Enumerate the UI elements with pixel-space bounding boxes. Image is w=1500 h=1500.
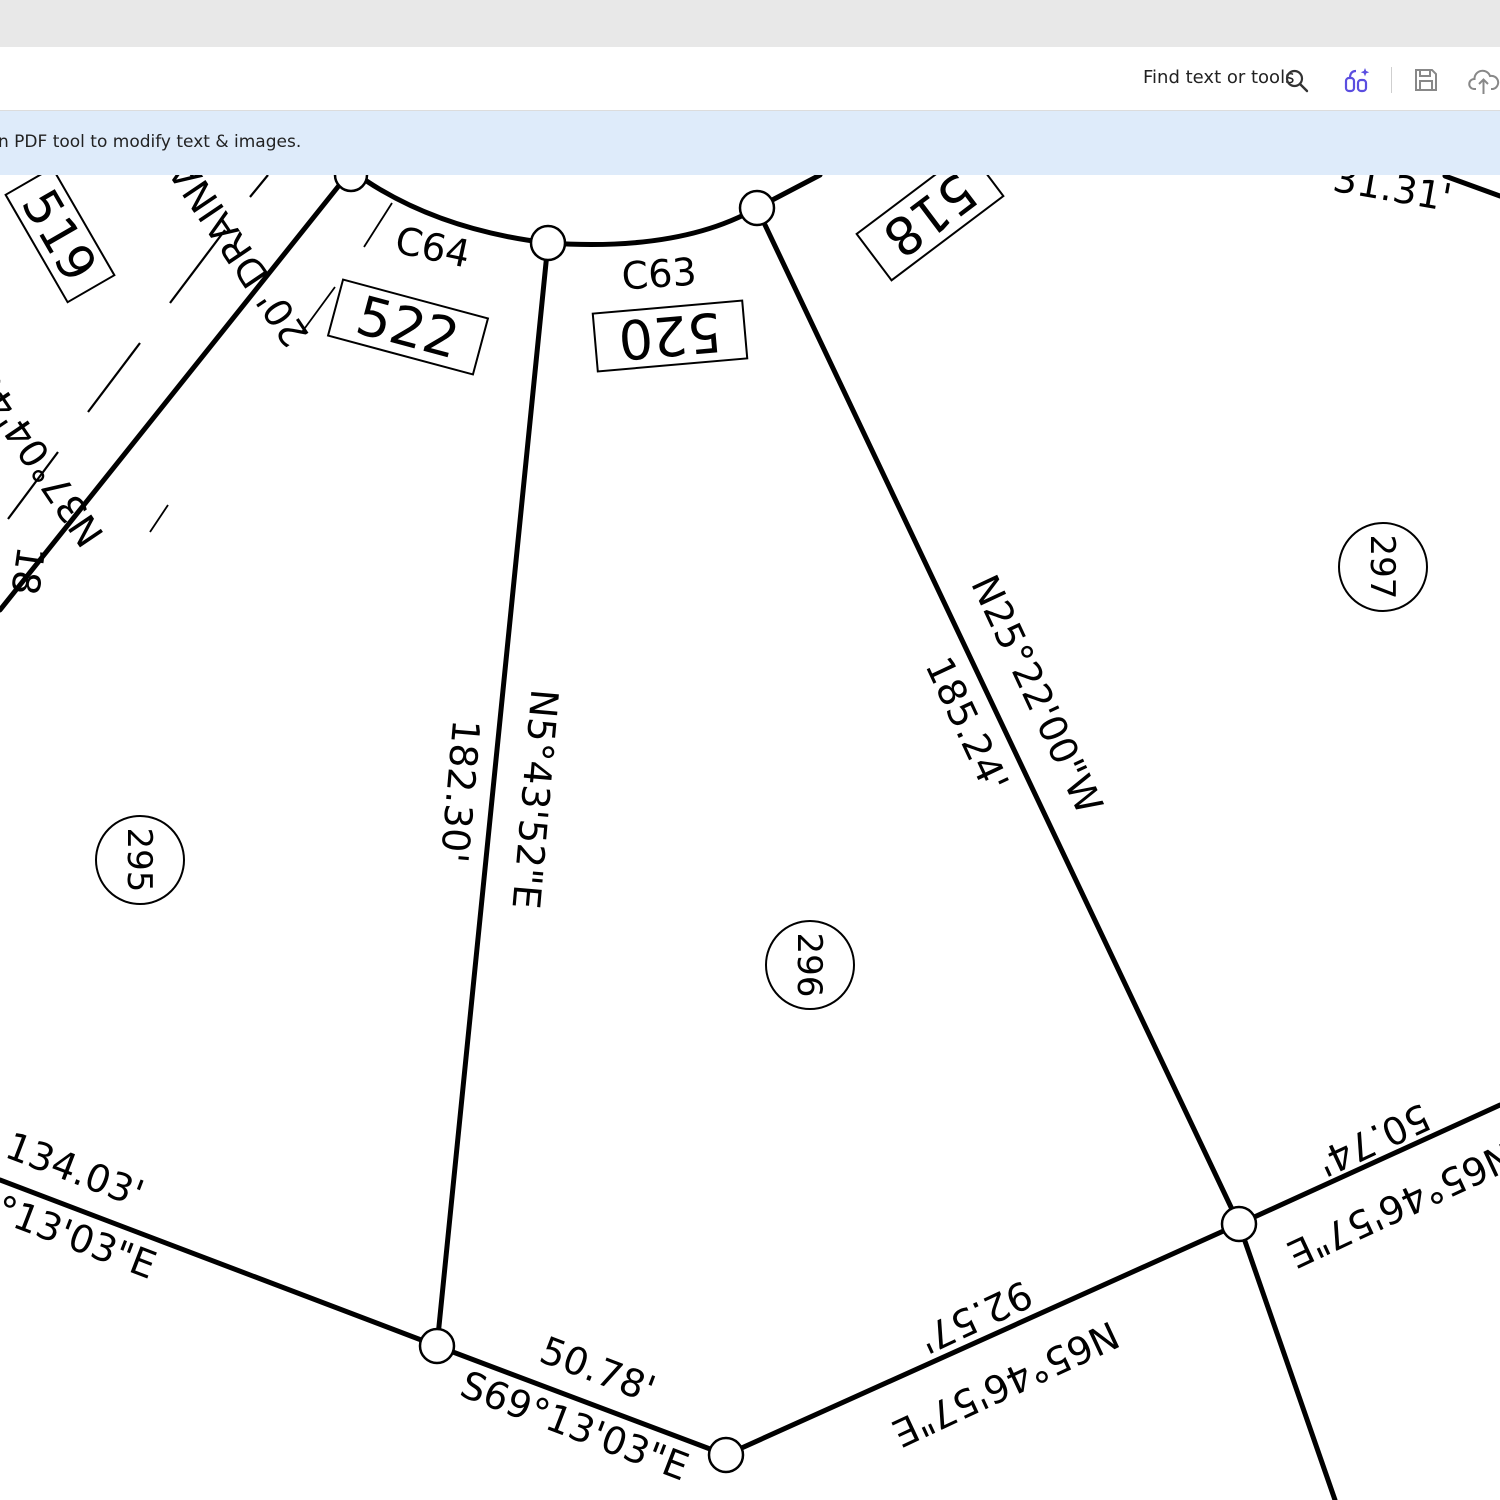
bearing-n37: N37°04'40" — [0, 347, 112, 554]
search-icon[interactable] — [1284, 68, 1310, 94]
lot-box-label: 522 — [350, 284, 466, 372]
edit-info-banner: n PDF tool to modify text & images. — [0, 111, 1500, 175]
monument — [529, 224, 567, 262]
curve-label-c63: C63 — [620, 249, 698, 298]
monument — [333, 175, 369, 193]
cloud-upload-icon[interactable] — [1468, 67, 1500, 95]
monument — [1220, 1205, 1258, 1243]
distance-50-74: 50.74' — [1310, 1095, 1437, 1185]
browser-top-bar — [0, 0, 1500, 47]
monument — [418, 1327, 456, 1365]
lot-lines — [0, 175, 1500, 1500]
easement-edge-lines — [149, 202, 393, 533]
pdf-page-survey-plat: 519 522 520 518 C64 C63 295 296 297 N37°… — [0, 175, 1500, 1500]
distance-31-31: '31.31' — [1320, 175, 1455, 220]
distance-182-30: 182.30' — [432, 718, 488, 865]
lot-number: 296 — [789, 933, 829, 998]
save-icon[interactable] — [1413, 67, 1439, 93]
lot-circle-296: 296 — [765, 920, 855, 1010]
bearing-n5-43-52e: N5°43'52"E — [503, 688, 566, 911]
lot-circle-295: 295 — [95, 815, 185, 905]
banner-message: n PDF tool to modify text & images. — [0, 132, 302, 152]
lot-box-519: 519 — [4, 175, 116, 304]
lot-box-520: 520 — [591, 299, 749, 373]
lot-number: 297 — [1362, 535, 1402, 600]
lot-circle-297: 297 — [1338, 522, 1428, 612]
lot-box-518: 518 — [855, 175, 1005, 282]
distance-92-57: 92.57' — [912, 1272, 1039, 1362]
plat-drawing: 519 522 520 518 C64 C63 295 296 297 N37°… — [0, 175, 1500, 1500]
find-text-or-tools-label[interactable]: Find text or tools — [1143, 67, 1294, 88]
monument — [738, 189, 776, 227]
lot-box-label: 520 — [616, 300, 724, 372]
distance-partial-18: 18 — [2, 544, 52, 598]
ai-assistant-icon[interactable] — [1343, 66, 1373, 96]
toolbar-separator — [1391, 67, 1392, 93]
monument — [707, 1436, 745, 1474]
pdf-toolbar: Find text or tools — [0, 47, 1500, 111]
lot-number: 295 — [119, 828, 159, 893]
lot-box-522: 522 — [326, 278, 490, 376]
